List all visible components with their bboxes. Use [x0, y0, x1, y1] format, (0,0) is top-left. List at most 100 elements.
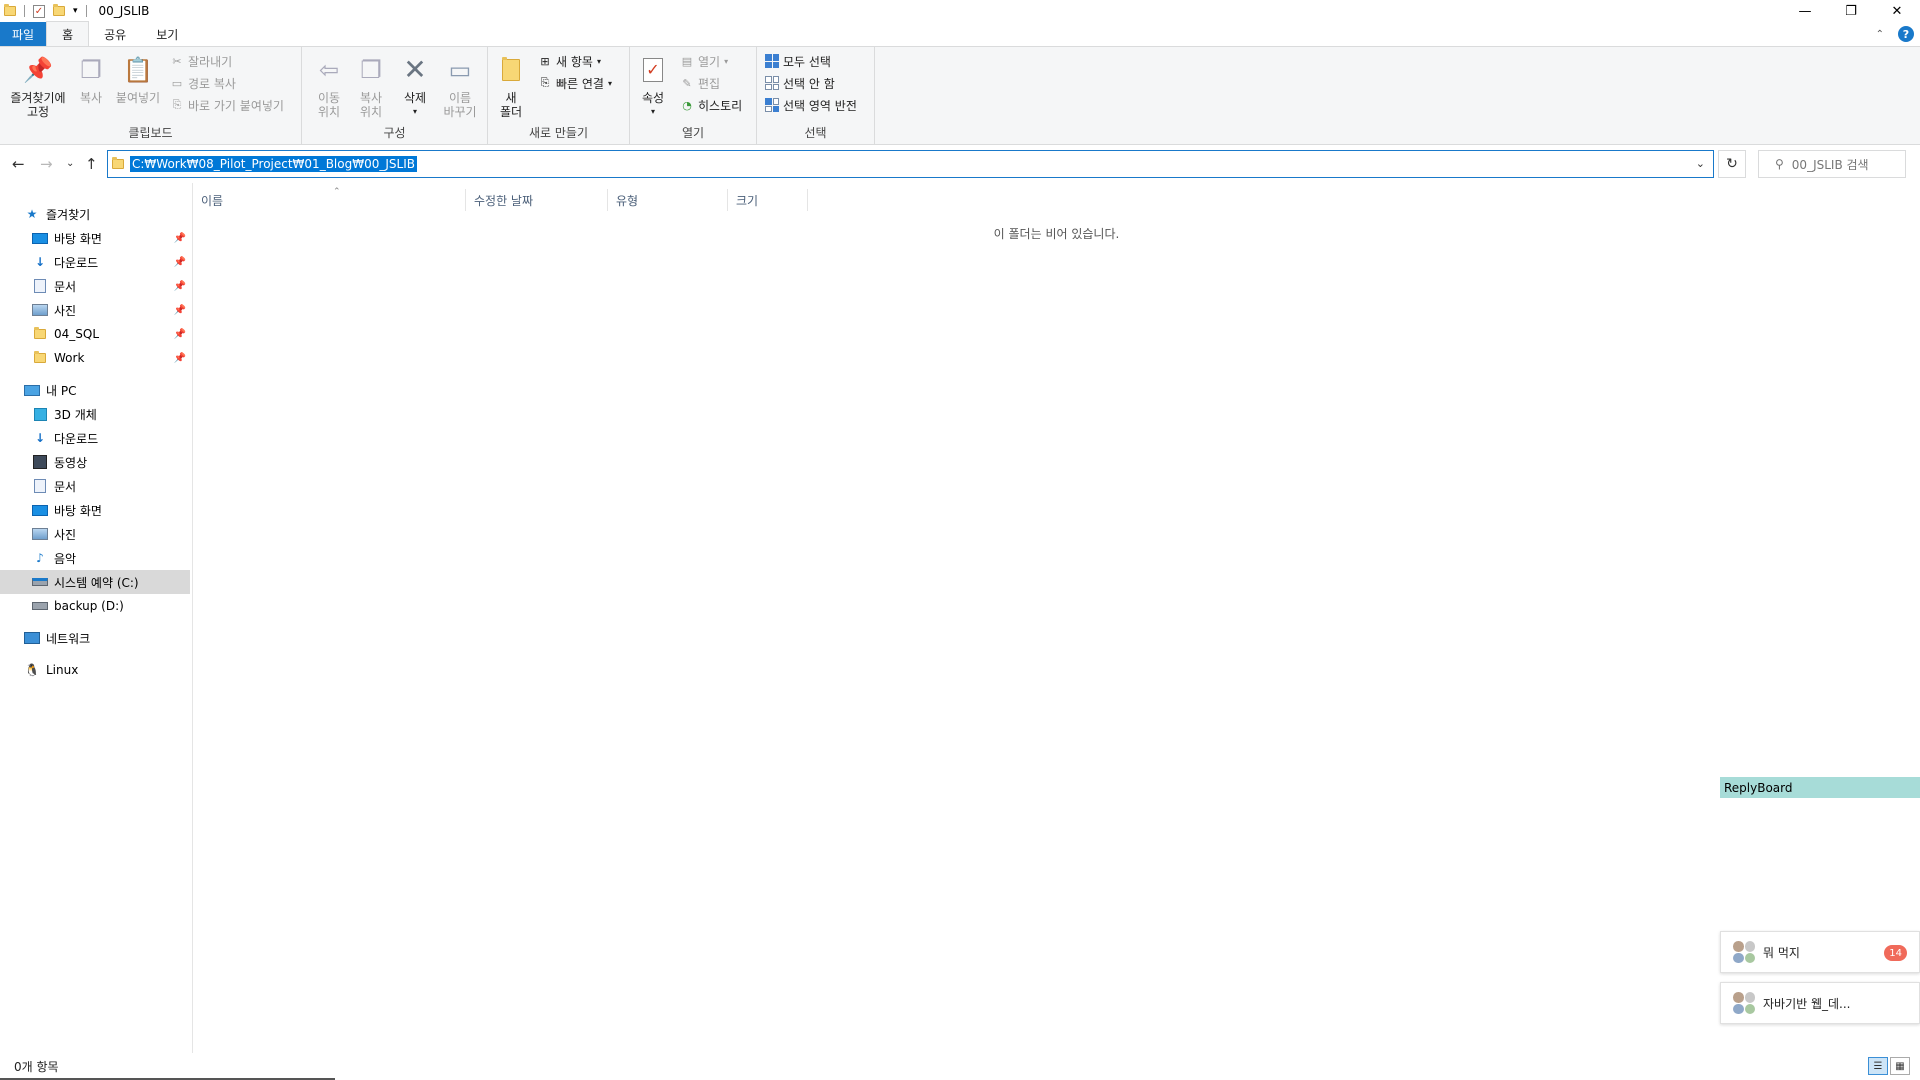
paste-shortcut-label: 바로 가기 붙여넣기: [188, 98, 284, 113]
invert-selection-label: 선택 영역 반전: [783, 98, 857, 113]
nav-drive-c[interactable]: 시스템 예약 (C:): [0, 570, 190, 594]
nav-downloads[interactable]: ↓ 다운로드 📌: [0, 250, 190, 274]
paste-shortcut-icon: ⎘: [172, 98, 182, 111]
nav-pc-downloads[interactable]: ↓ 다운로드: [0, 426, 190, 450]
nav-quick-access[interactable]: ★ 즐겨찾기: [0, 202, 190, 226]
invert-selection-button[interactable]: 선택 영역 반전: [765, 95, 857, 115]
nav-pc-documents[interactable]: 문서: [0, 474, 190, 498]
move-to-button[interactable]: ⇦ 이동 위치: [310, 53, 348, 119]
pin-icon[interactable]: 📌: [174, 305, 186, 316]
move-to-line1: 이동: [317, 91, 341, 105]
chevron-up-icon[interactable]: ⌃: [1876, 29, 1884, 40]
nav-drive-d[interactable]: backup (D:): [0, 594, 190, 618]
chat-notification[interactable]: 뭐 먹지 14: [1720, 931, 1920, 973]
details-view-icon[interactable]: ☰: [1868, 1057, 1888, 1075]
tab-home[interactable]: 홈: [46, 21, 90, 46]
nav-label: 시스템 예약 (C:): [54, 575, 139, 590]
search-input[interactable]: ⚲ 00_JSLIB 검색: [1758, 150, 1906, 178]
nav-label: 사진: [54, 527, 77, 542]
new-item-button[interactable]: ⊞ 새 항목 ▾: [538, 51, 601, 71]
delete-button[interactable]: ✕ 삭제 ▾: [398, 53, 432, 119]
nav-this-pc[interactable]: 내 PC: [0, 378, 190, 402]
copy-to-line1: 복사: [359, 91, 383, 105]
recent-locations-chevron-icon[interactable]: ⌄: [66, 158, 74, 169]
chevron-down-icon: ▾: [412, 107, 417, 116]
nav-linux[interactable]: 🐧 Linux: [0, 658, 190, 682]
easy-access-label: 빠른 연결: [556, 76, 604, 91]
nav-network[interactable]: 네트워크: [0, 626, 190, 650]
properties-icon: ✓: [638, 53, 668, 87]
copy-to-button[interactable]: ❐ 복사 위치: [352, 53, 390, 119]
nav-pc-desktop[interactable]: 바탕 화면: [0, 498, 190, 522]
nav-music[interactable]: ♪ 음악: [0, 546, 190, 570]
forward-arrow-icon[interactable]: →: [40, 155, 53, 173]
nav-pc-pictures[interactable]: 사진: [0, 522, 190, 546]
sort-up-icon: ⌃: [333, 187, 341, 197]
address-row: ← → ⌄ ↑ C:₩Work₩08_Pilot_Project₩01_Blog…: [0, 145, 1920, 183]
copy-icon: ❐: [80, 56, 102, 84]
nav-desktop[interactable]: 바탕 화면 📌: [0, 226, 190, 250]
address-bar[interactable]: C:₩Work₩08_Pilot_Project₩01_Blog₩00_JSLI…: [107, 150, 1714, 178]
restore-button[interactable]: ❐: [1828, 0, 1874, 22]
up-arrow-icon[interactable]: ↑: [85, 155, 98, 173]
large-icons-view-icon[interactable]: ▦: [1890, 1057, 1910, 1075]
pin-icon[interactable]: 📌: [174, 353, 186, 364]
nav-04-sql[interactable]: 04_SQL 📌: [0, 322, 190, 346]
paste-button[interactable]: 📋 붙여넣기: [112, 53, 164, 105]
chevron-down-icon[interactable]: ⌄: [1696, 157, 1705, 170]
chevron-down-icon[interactable]: ▾: [73, 6, 78, 16]
address-path[interactable]: C:₩Work₩08_Pilot_Project₩01_Blog₩00_JSLI…: [130, 156, 417, 172]
open-label: 열기: [698, 54, 721, 69]
nav-pictures[interactable]: 사진 📌: [0, 298, 190, 322]
column-header-type[interactable]: 유형: [608, 189, 728, 211]
paste-shortcut-button[interactable]: ⎘ 바로 가기 붙여넣기: [170, 95, 284, 115]
select-all-button[interactable]: 모두 선택: [765, 51, 831, 71]
column-header-name[interactable]: 이름 ⌃: [193, 187, 466, 211]
easy-access-icon: ⎘: [540, 76, 550, 89]
back-arrow-icon[interactable]: ←: [12, 155, 25, 173]
tab-file[interactable]: 파일: [0, 22, 47, 46]
unread-badge: 14: [1884, 945, 1907, 961]
cut-button[interactable]: ✂ 잘라내기: [170, 51, 232, 71]
nav-label: 네트워크: [46, 631, 91, 646]
pin-label-line1: 즐겨찾기에: [10, 91, 66, 105]
history-icon: ◔: [682, 98, 692, 112]
select-none-button[interactable]: 선택 안 함: [765, 73, 835, 93]
chat-notification[interactable]: 자바기반 웹_데...: [1720, 982, 1920, 1024]
minimize-button[interactable]: —: [1782, 0, 1828, 22]
new-folder-icon[interactable]: [53, 4, 65, 16]
select-none-icon: [765, 76, 779, 90]
nav-videos[interactable]: 동영상: [0, 450, 190, 474]
column-header-date[interactable]: 수정한 날짜: [466, 189, 608, 211]
history-button[interactable]: ◔ 히스토리: [680, 95, 742, 115]
rename-icon: ▭: [448, 56, 472, 84]
nav-label: 04_SQL: [54, 327, 100, 341]
replyboard-label[interactable]: ReplyBoard: [1720, 777, 1920, 798]
tab-share[interactable]: 공유: [89, 22, 141, 46]
properties-icon[interactable]: ✓: [33, 4, 45, 18]
pin-icon[interactable]: 📌: [174, 329, 186, 340]
refresh-button[interactable]: ↻: [1718, 150, 1746, 178]
tab-view[interactable]: 보기: [141, 22, 193, 46]
history-label: 히스토리: [698, 98, 743, 113]
new-folder-button[interactable]: 새 폴더: [496, 53, 526, 119]
properties-button[interactable]: ✓ 속성 ▾: [638, 53, 668, 119]
properties-label: 속성: [641, 91, 665, 105]
pin-quick-access-button[interactable]: 📌 즐겨찾기에 고정: [6, 53, 70, 119]
copy-button[interactable]: ❐ 복사: [76, 53, 106, 105]
easy-access-button[interactable]: ⎘ 빠른 연결 ▾: [538, 73, 612, 93]
column-header-size[interactable]: 크기: [728, 189, 808, 211]
pin-icon[interactable]: 📌: [174, 257, 186, 268]
copy-path-button[interactable]: ▭ 경로 복사: [170, 73, 236, 93]
help-icon[interactable]: ?: [1898, 26, 1914, 42]
close-button[interactable]: ✕: [1874, 0, 1920, 22]
rename-button[interactable]: ▭ 이름 바꾸기: [438, 53, 482, 119]
chevron-down-icon: ▾: [724, 56, 729, 66]
open-button[interactable]: ▤ 열기 ▾: [680, 51, 728, 71]
pin-icon[interactable]: 📌: [174, 233, 186, 244]
pin-icon[interactable]: 📌: [174, 281, 186, 292]
nav-documents[interactable]: 문서 📌: [0, 274, 190, 298]
nav-3d-objects[interactable]: 3D 개체: [0, 402, 190, 426]
nav-work[interactable]: Work 📌: [0, 346, 190, 370]
edit-button[interactable]: ✎ 편집: [680, 73, 720, 93]
